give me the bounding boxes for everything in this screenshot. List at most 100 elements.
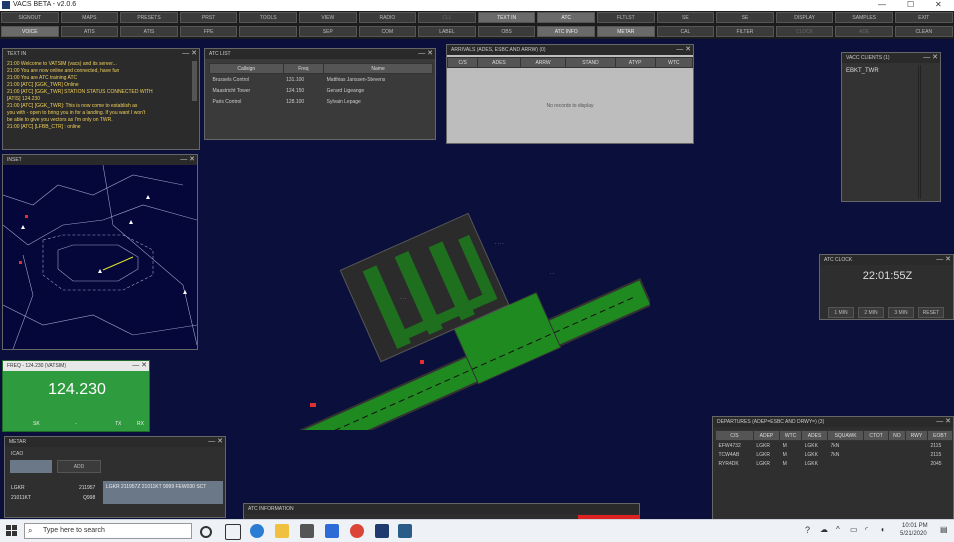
col-header[interactable]: Callsign [209,63,284,74]
col-header[interactable]: C/S [446,57,479,68]
chevron-up-icon[interactable]: ^ [836,525,840,534]
start-icon[interactable] [6,525,17,536]
toolbar-button[interactable]: CLL [418,12,476,23]
wifi-icon[interactable]: ◜ [865,525,868,534]
toolbar-button[interactable]: VOICE [1,26,59,37]
mail-icon[interactable] [325,524,339,538]
app-icon[interactable] [398,524,412,538]
toolbar-button[interactable]: ATIS [120,26,178,37]
toolbar-button[interactable]: CLEAN [895,26,953,37]
taskbar-time[interactable]: 10:01 PM [902,523,928,529]
file-explorer-icon[interactable] [275,524,289,538]
toolbar-button[interactable]: FPE [179,26,238,37]
toolbar-button[interactable]: ATIS [60,26,119,37]
clock-3min-button[interactable]: 3 MIN [888,307,914,318]
col-header[interactable]: NO [888,430,906,441]
toolbar-button[interactable]: CAL [656,26,715,37]
metar-window[interactable]: METAR — ✕ ICAO ADD LGKR 211957 LGKR 2119… [4,436,226,518]
toolbar-button[interactable]: RADIO [358,12,417,23]
scrollbar[interactable] [192,61,197,101]
toolbar-button[interactable]: METAR [597,26,655,37]
taskbar-date[interactable]: 5/21/2020 [900,531,927,537]
col-header[interactable]: WTC [779,430,803,441]
toolbar-button[interactable]: ATC [537,12,595,23]
table-row[interactable]: Maastricht Tower 124.150 Gerard Ligeange [210,85,433,96]
toolbar-button[interactable]: SEP [299,26,357,37]
window-controls[interactable]: — ✕ [676,45,691,55]
cortana-icon[interactable] [200,526,212,538]
toolbar-button[interactable]: ATC INFO [537,26,595,37]
clock-2min-button[interactable]: 2 MIN [858,307,884,318]
col-header[interactable]: C/S [715,430,754,441]
col-header[interactable]: ATYP [614,57,656,68]
col-header[interactable]: ADES [801,430,828,441]
table-row[interactable]: TCW4AB LGKR M LGKK 7kN 2115 [716,450,953,459]
toolbar-button[interactable]: CLOCK [775,26,834,37]
toolbar-button[interactable]: COM [358,26,417,37]
toolbar-button[interactable]: FILTER [716,26,774,37]
window-controls[interactable]: — ✕ [180,155,195,165]
col-header[interactable]: STAND [565,57,616,68]
toolbar-button[interactable]: ADE [835,26,893,37]
col-header[interactable]: Name [323,63,433,74]
table-row[interactable]: Paris Control 128.100 Sylvain Lepage [210,96,433,107]
window-controls[interactable]: — ✕ [936,417,951,427]
volume-icon[interactable]: ◖ [880,525,885,534]
toolbar-button[interactable]: SE [656,12,715,23]
toolbar-button[interactable]: TEXT IN [477,12,536,23]
add-button[interactable]: ADD [57,460,101,473]
inset-map[interactable] [3,165,197,349]
toolbar-button[interactable]: SAMPLES [835,12,893,23]
task-view-icon[interactable] [225,524,241,540]
network-icon[interactable]: ▭ [850,525,858,534]
toolbar-button[interactable]: PRST [179,12,238,23]
frequency-window[interactable]: FREQ - 124.230 (VATSIM) — ✕ 124.230 SK -… [2,360,150,432]
toolbar-button[interactable]: DISPLAY [775,12,834,23]
window-controls[interactable]: — ✕ [132,361,147,371]
radar-scope[interactable]: · · · · · · · · · [250,210,650,430]
minimize-button[interactable]: — [878,0,886,9]
list-item[interactable]: EBKT_TWR [844,65,918,77]
clock-reset-button[interactable]: RESET [918,307,944,318]
col-header[interactable]: EOBT [926,430,954,441]
icao-input[interactable] [10,460,52,473]
col-header[interactable]: WTC [654,57,694,68]
maximize-button[interactable]: ☐ [907,0,914,9]
window-controls[interactable]: — ✕ [182,49,197,59]
minus-button[interactable]: - [75,421,77,427]
col-header[interactable]: ADEP [752,430,781,441]
col-header[interactable]: Freq [282,63,325,74]
col-header[interactable]: CTOT [863,430,890,441]
table-row[interactable]: EFW4732 LGKR M LGKK 7kN 2115 [716,441,953,451]
toolbar-button[interactable]: SE [716,12,774,23]
col-header[interactable]: SQUAWK [826,430,865,441]
help-icon[interactable]: ? [805,525,810,535]
store-icon[interactable] [300,524,314,538]
vacs-app-icon[interactable] [375,524,389,538]
weather-icon[interactable]: ☁ [820,525,828,534]
table-row[interactable]: RYR4DK LGKR M LGKK 2045 [716,459,953,468]
text-in-window[interactable]: TEXT IN — ✕ 21:00 Welcome to VATSIM (vac… [2,48,200,150]
close-button[interactable]: ✕ [935,0,942,9]
tx-button[interactable]: TX [115,421,121,427]
col-header[interactable]: ADES [477,57,521,68]
toolbar-button[interactable]: MAPS [60,12,119,23]
departures-window[interactable]: DEPARTURES (ADEP=ESBC AND DRWY=) (3) — ✕… [712,416,954,520]
arrivals-window[interactable]: ARRIVALS (ADES, ESBC AND ARRW) (0) — ✕ C… [446,44,694,144]
toolbar-button[interactable]: EXIT [895,12,953,23]
clock-1min-button[interactable]: 1 MIN [828,307,854,318]
toolbar-button[interactable]: OBS [477,26,536,37]
window-controls[interactable]: — ✕ [923,53,938,63]
col-header[interactable]: ARRW [519,57,567,68]
edge-icon[interactable] [250,524,264,538]
toolbar-button[interactable]: SIGNOUT [1,12,59,23]
table-row[interactable]: Brussels Control 131.100 Matthias Janssen-… [210,74,433,86]
toolbar-button[interactable]: TOOLS [239,12,297,23]
vacc-clients-window[interactable]: VACC CLIENTS (1) — ✕ EBKT_TWR [841,52,941,202]
atc-list-window[interactable]: ATC LIST — ✕ Callsign Freq Name Brussels… [204,48,436,140]
sk-button[interactable]: SK [33,421,40,427]
rx-button[interactable]: RX [137,421,144,427]
toolbar-button[interactable]: VIEW [299,12,357,23]
window-controls[interactable]: — ✕ [418,49,433,59]
inset-window[interactable]: INSET — ✕ [2,154,198,350]
